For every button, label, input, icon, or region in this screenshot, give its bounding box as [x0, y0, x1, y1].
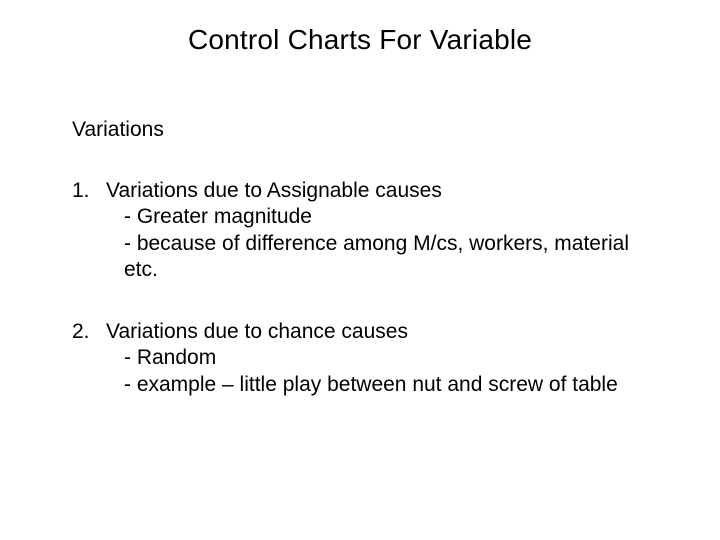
item-head: Variations due to Assignable causes — [106, 178, 648, 204]
item-body: Variations due to chance causes - Random… — [106, 319, 648, 398]
numbered-list: 1. Variations due to Assignable causes -… — [72, 178, 648, 434]
item-subline: - Greater magnitude — [106, 204, 648, 230]
list-item: 1. Variations due to Assignable causes -… — [72, 178, 648, 283]
slide-title: Control Charts For Variable — [0, 24, 720, 56]
item-subline: - Random — [106, 345, 648, 371]
item-subline: - example – little play between nut and … — [106, 372, 648, 398]
list-item: 2. Variations due to chance causes - Ran… — [72, 319, 648, 398]
section-heading: Variations — [72, 118, 164, 142]
item-number: 2. — [72, 319, 106, 398]
item-body: Variations due to Assignable causes - Gr… — [106, 178, 648, 283]
item-head: Variations due to chance causes — [106, 319, 648, 345]
slide: Control Charts For Variable Variations 1… — [0, 0, 720, 540]
item-subline: - because of difference among M/cs, work… — [106, 231, 648, 284]
item-number: 1. — [72, 178, 106, 283]
